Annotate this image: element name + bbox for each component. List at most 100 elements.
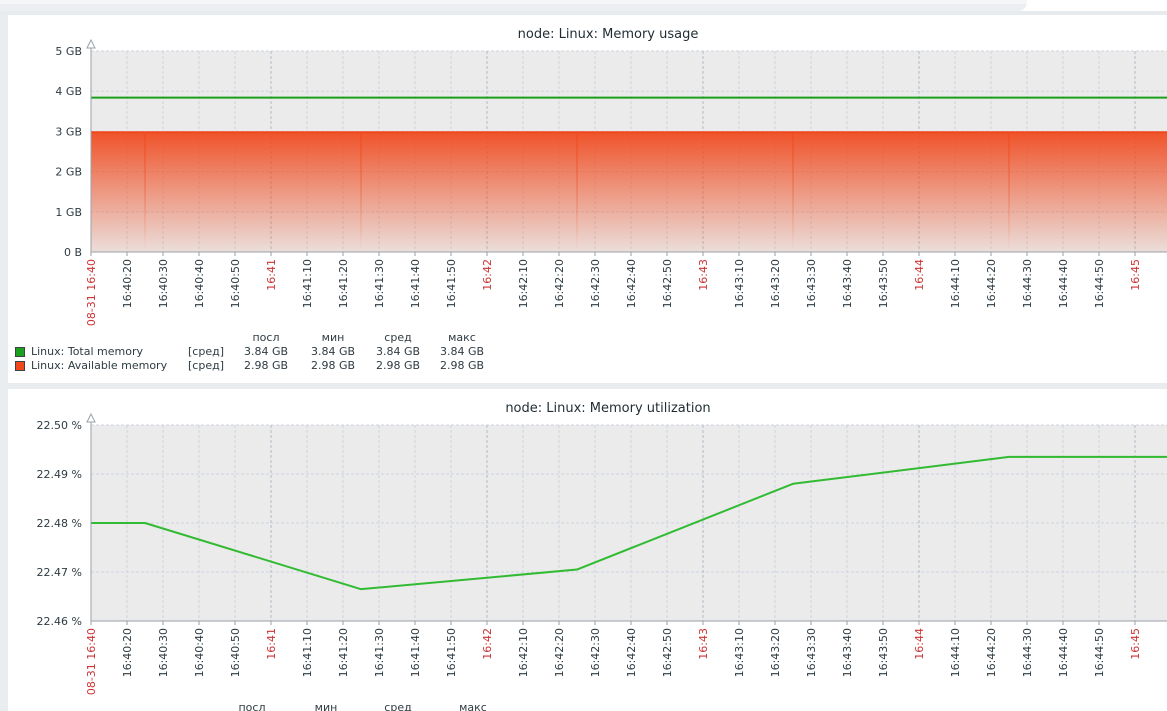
y-tick-label: 22.47 %	[37, 566, 82, 579]
area-series	[91, 132, 1167, 252]
x-tick-label: 16:42:50	[661, 259, 674, 308]
x-tick-label: 16:44:10	[949, 628, 962, 677]
x-tick-label: 16:41	[265, 628, 278, 660]
area-seam	[361, 132, 362, 252]
y-tick-label: 4 GB	[55, 85, 82, 98]
x-tick-label: 16:44:50	[1093, 628, 1106, 677]
legend-series-name: Linux: Total memory	[31, 345, 143, 359]
x-tick-label: 16:43	[697, 628, 710, 660]
x-tick-label: 16:40:30	[157, 628, 170, 677]
x-tick-label: 16:41:50	[445, 259, 458, 308]
x-tick-label: 16:42:40	[625, 628, 638, 677]
area-seam	[145, 132, 146, 252]
x-tick-label: 16:41:50	[445, 628, 458, 677]
browser-tab-strip	[0, 0, 1167, 15]
legend-series-function: [сред]	[188, 359, 224, 373]
x-tick-label: 16:44:20	[985, 628, 998, 677]
x-tick-label: 16:44	[913, 628, 926, 660]
x-tick-label: 16:43:20	[769, 628, 782, 677]
x-tick-label: 16:45	[1129, 628, 1142, 660]
x-tick-label: 16:43:30	[805, 628, 818, 677]
y-tick-label: 2 GB	[55, 166, 82, 179]
x-tick-label: 16:41:40	[409, 628, 422, 677]
x-tick-label: 16:40:40	[193, 259, 206, 308]
x-tick-label: 16:42:20	[553, 628, 566, 677]
x-tick-label: 16:40:20	[121, 628, 134, 677]
x-tick-label: 16:43:30	[805, 259, 818, 308]
memory-utilization-graph[interactable]: 22.50 % 22.49 % 22.48 % 22.47 % 22.46 %08-31…	[8, 389, 1167, 711]
x-tick-label: 16:41:10	[301, 259, 314, 308]
x-tick-label: 16:42:50	[661, 628, 674, 677]
x-tick-label: 16:41:40	[409, 259, 422, 308]
x-tick-label: 16:44:20	[985, 259, 998, 308]
x-tick-label: 16:41	[265, 259, 278, 291]
y-axis-arrow-icon	[87, 414, 95, 422]
legend-stat-header: макс	[422, 331, 502, 345]
x-tick-label: 16:43:10	[733, 259, 746, 308]
legend-stat-header: сред	[358, 701, 438, 711]
x-tick-label: 16:43:50	[877, 259, 890, 308]
x-tick-label: 16:42	[481, 628, 494, 660]
x-tick-label: 16:44:40	[1057, 259, 1070, 308]
legend-color-swatch	[15, 361, 25, 371]
area-seam	[793, 132, 794, 252]
legend-stat-header: мин	[286, 701, 366, 711]
x-tick-label: 16:44:30	[1021, 259, 1034, 308]
y-axis-arrow-icon	[87, 40, 95, 48]
x-tick-label: 16:41:30	[373, 259, 386, 308]
x-tick-label: 08-31 16:40	[85, 628, 98, 695]
y-tick-label: 0 B	[64, 246, 82, 259]
x-tick-label: 16:44:10	[949, 259, 962, 308]
x-tick-label: 16:42:20	[553, 259, 566, 308]
zabbix-graphs-page: { "colors": { "plot_bg": "#ebebeb", "gri…	[0, 0, 1167, 711]
area-seam	[577, 132, 578, 252]
x-tick-label: 16:43:20	[769, 259, 782, 308]
x-tick-label: 16:44:40	[1057, 628, 1070, 677]
legend-stat-value: 3.84 GB	[422, 345, 502, 359]
x-tick-label: 16:43:10	[733, 628, 746, 677]
x-tick-label: 16:40:30	[157, 259, 170, 308]
y-tick-label: 22.49 %	[37, 468, 82, 481]
graph-panel-memory-usage: node: Linux: Memory usage 5 GB4 GB3 GB2 …	[8, 15, 1167, 383]
y-tick-label: 3 GB	[55, 125, 82, 138]
x-tick-label: 16:44	[913, 259, 926, 291]
x-tick-label: 16:40:50	[229, 628, 242, 677]
legend-stat-value: 2.98 GB	[422, 359, 502, 373]
x-tick-label: 16:42:30	[589, 259, 602, 308]
x-tick-label: 16:42:40	[625, 259, 638, 308]
legend-color-swatch	[15, 347, 25, 357]
x-tick-label: 16:41:10	[301, 628, 314, 677]
x-tick-label: 16:45	[1129, 259, 1142, 291]
legend-stat-header: макс	[433, 701, 513, 711]
x-tick-label: 16:41:30	[373, 628, 386, 677]
graph-panel-memory-utilization: node: Linux: Memory utilization 22.50 %2…	[8, 389, 1167, 711]
legend-series-name: Linux: Available memory	[31, 359, 167, 373]
browser-tab[interactable]	[0, 0, 1027, 11]
legend-stat-header: посл	[212, 701, 292, 711]
y-tick-label: 22.50 %	[37, 419, 82, 432]
x-tick-label: 16:43:40	[841, 259, 854, 308]
x-tick-label: 16:42:30	[589, 628, 602, 677]
x-tick-label: 16:41:20	[337, 628, 350, 677]
x-tick-label: 16:42:10	[517, 259, 530, 308]
x-tick-label: 16:40:20	[121, 259, 134, 308]
area-seam	[1009, 132, 1010, 252]
x-tick-label: 16:40:40	[193, 628, 206, 677]
x-tick-label: 16:43:40	[841, 628, 854, 677]
x-tick-label: 16:43	[697, 259, 710, 291]
x-tick-label: 16:43:50	[877, 628, 890, 677]
y-tick-label: 5 GB	[55, 45, 82, 58]
x-tick-label: 16:44:30	[1021, 628, 1034, 677]
memory-usage-graph[interactable]: 5 GB 4 GB 3 GB 2 GB 1 GB 0 B08-31 16:40 16:40:…	[8, 15, 1167, 383]
x-tick-label: 16:41:20	[337, 259, 350, 308]
x-tick-label: 08-31 16:40	[85, 259, 98, 326]
x-tick-label: 16:40:50	[229, 259, 242, 308]
y-tick-label: 22.46 %	[37, 615, 82, 628]
legend-series-function: [сред]	[188, 345, 224, 359]
y-tick-label: 1 GB	[55, 206, 82, 219]
x-tick-label: 16:42	[481, 259, 494, 291]
x-tick-label: 16:42:10	[517, 628, 530, 677]
x-tick-label: 16:44:50	[1093, 259, 1106, 308]
page-left-gutter	[0, 15, 8, 711]
y-tick-label: 22.48 %	[37, 517, 82, 530]
